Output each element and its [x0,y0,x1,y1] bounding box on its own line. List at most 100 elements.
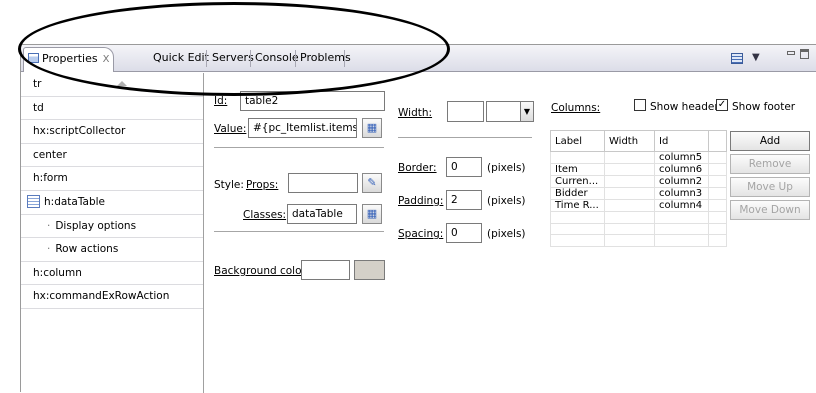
cell-id: column3 [654,187,709,200]
padding-units-label: (pixels) [487,195,526,207]
maximize-icon[interactable] [800,49,809,59]
divider [398,137,532,138]
move-up-button[interactable]: Move Up [730,177,810,197]
properties-icon [28,53,39,63]
show-header-checkbox[interactable] [634,99,646,111]
list-item[interactable]: td [21,97,203,121]
table-row[interactable]: Item column6 [550,163,727,176]
view-dropdown-icon[interactable]: ▼ [752,52,760,63]
cell-extra [708,199,727,212]
cell-width [604,163,655,176]
list-item-label: td [33,101,44,114]
list-item[interactable]: tr [21,73,203,97]
value-field[interactable]: #{pc_Itemlist.items} [248,118,357,138]
classes-label: Classes: [243,209,287,221]
tab-quick-edit[interactable]: Quick Edit [149,47,213,71]
view-tab-bar: Properties X Quick Edit Servers Console P… [21,45,816,72]
tab-servers-label: Servers [212,51,254,64]
list-item-label: Display options [55,219,137,232]
chevron-down-icon[interactable]: ▼ [520,101,534,122]
table-row[interactable]: column5 [550,151,727,164]
list-item-label: Row actions [55,243,119,256]
props-field[interactable] [288,173,358,193]
tab-divider [206,50,207,67]
divider [214,231,384,232]
cell-empty [550,211,605,224]
show-footer-checkbox[interactable]: ✓ [716,99,728,111]
cell-label: Curren... [550,175,605,188]
spacing-units-label: (pixels) [487,228,526,240]
list-item[interactable]: hx:scriptCollector [21,120,203,144]
padding-field[interactable]: 2 [446,190,482,210]
cell-extra [708,175,727,188]
add-column-button[interactable]: Add [730,131,810,151]
list-item-label: h:form [33,172,68,185]
tab-problems[interactable]: Problems [296,47,355,71]
column-header-width: Width [604,130,655,152]
remove-column-button[interactable]: Remove [730,154,810,174]
cell-empty [708,211,727,224]
cell-id: column5 [654,151,709,164]
cell-empty [654,211,709,224]
close-icon[interactable]: X [103,54,110,65]
table-row[interactable]: Curren... column2 [550,175,727,188]
cell-empty [654,234,709,247]
list-item[interactable]: · Row actions [21,238,203,262]
tab-quick-edit-label: Quick Edit [153,51,209,64]
minimize-icon[interactable] [787,51,795,55]
spacing-field[interactable]: 0 [446,223,482,243]
cell-width [604,151,655,164]
columns-label: Columns: [551,102,601,114]
show-footer-label: Show footer [732,101,796,113]
list-item-selected[interactable]: h:dataTable [21,190,203,215]
style-edit-icon[interactable]: ✎ [362,173,382,193]
cell-empty [654,222,709,235]
cell-empty [550,222,605,235]
divider [214,147,384,148]
cell-label: Time R... [550,199,605,212]
border-field[interactable]: 0 [446,157,482,177]
id-label: Id: [214,95,228,107]
cell-extra [708,151,727,164]
border-units-label: (pixels) [487,162,526,174]
list-item[interactable]: h:form [21,167,203,191]
move-down-button[interactable]: Move Down [730,200,810,220]
tab-properties[interactable]: Properties X [23,47,115,72]
columns-table[interactable]: Label Width Id column5 Item column6 Curre… [550,130,727,247]
list-item[interactable]: center [21,144,203,168]
list-item-label: hx:commandExRowAction [33,290,170,303]
classes-field[interactable]: dataTable [287,204,357,224]
cell-id: column6 [654,163,709,176]
view-menu-icon[interactable] [731,53,743,64]
list-item-label: h:column [33,266,82,279]
table-row[interactable]: Time R... column4 [550,199,727,212]
cell-empty [604,234,655,247]
id-field[interactable]: table2 [240,91,385,111]
cell-empty [708,234,727,247]
column-header-label: Label [550,130,605,152]
table-header-row: Label Width Id [550,130,727,152]
width-field[interactable] [447,101,484,122]
cell-extra [708,187,727,200]
cell-label [550,151,605,164]
data-table-icon [27,194,40,208]
border-label: Border: [398,162,437,174]
value-label: Value: [214,123,247,135]
table-row-empty [550,234,727,247]
padding-label: Padding: [398,195,444,207]
background-color-swatch[interactable] [354,260,385,280]
list-item[interactable]: · Display options [21,215,203,239]
classes-picker-icon[interactable]: ▦ [362,204,382,224]
cell-empty [604,222,655,235]
cell-id: column2 [654,175,709,188]
table-row[interactable]: Bidder column3 [550,187,727,200]
value-binding-icon[interactable]: ▦ [362,118,382,138]
spacing-label: Spacing: [398,228,444,240]
cell-label: Bidder [550,187,605,200]
background-color-field[interactable] [301,260,350,280]
list-item[interactable]: hx:commandExRowAction [21,285,203,309]
bullet-icon: · [47,219,51,232]
list-item[interactable]: h:column [21,262,203,286]
collapse-caret-icon[interactable] [117,81,127,86]
table-row-empty [550,211,727,224]
